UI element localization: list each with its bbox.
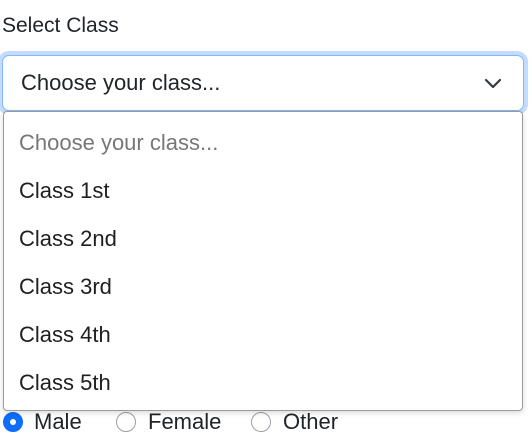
gender-male-radio[interactable]: [3, 412, 23, 432]
class-dropdown-list: Choose your class... Class 1st Class 2nd…: [3, 111, 523, 411]
dropdown-option-class-5th[interactable]: Class 5th: [19, 369, 111, 397]
dropdown-option-placeholder[interactable]: Choose your class...: [19, 129, 218, 157]
dropdown-option-class-2nd[interactable]: Class 2nd: [19, 225, 117, 253]
class-select-value: Choose your class...: [21, 70, 221, 95]
class-select-label: Select Class: [2, 14, 119, 37]
gender-other-label[interactable]: Other: [283, 408, 338, 436]
gender-radio-group: Male Female Other: [0, 408, 532, 438]
gender-female-radio[interactable]: [116, 412, 136, 432]
class-select[interactable]: Choose your class...: [2, 55, 524, 111]
gender-female-label[interactable]: Female: [148, 408, 221, 436]
dropdown-option-class-3rd[interactable]: Class 3rd: [19, 273, 112, 301]
gender-other-radio[interactable]: [251, 412, 271, 432]
dropdown-option-class-4th[interactable]: Class 4th: [19, 321, 111, 349]
chevron-down-icon: [484, 78, 502, 89]
gender-male-label[interactable]: Male: [34, 408, 82, 436]
dropdown-option-class-1st[interactable]: Class 1st: [19, 177, 109, 205]
